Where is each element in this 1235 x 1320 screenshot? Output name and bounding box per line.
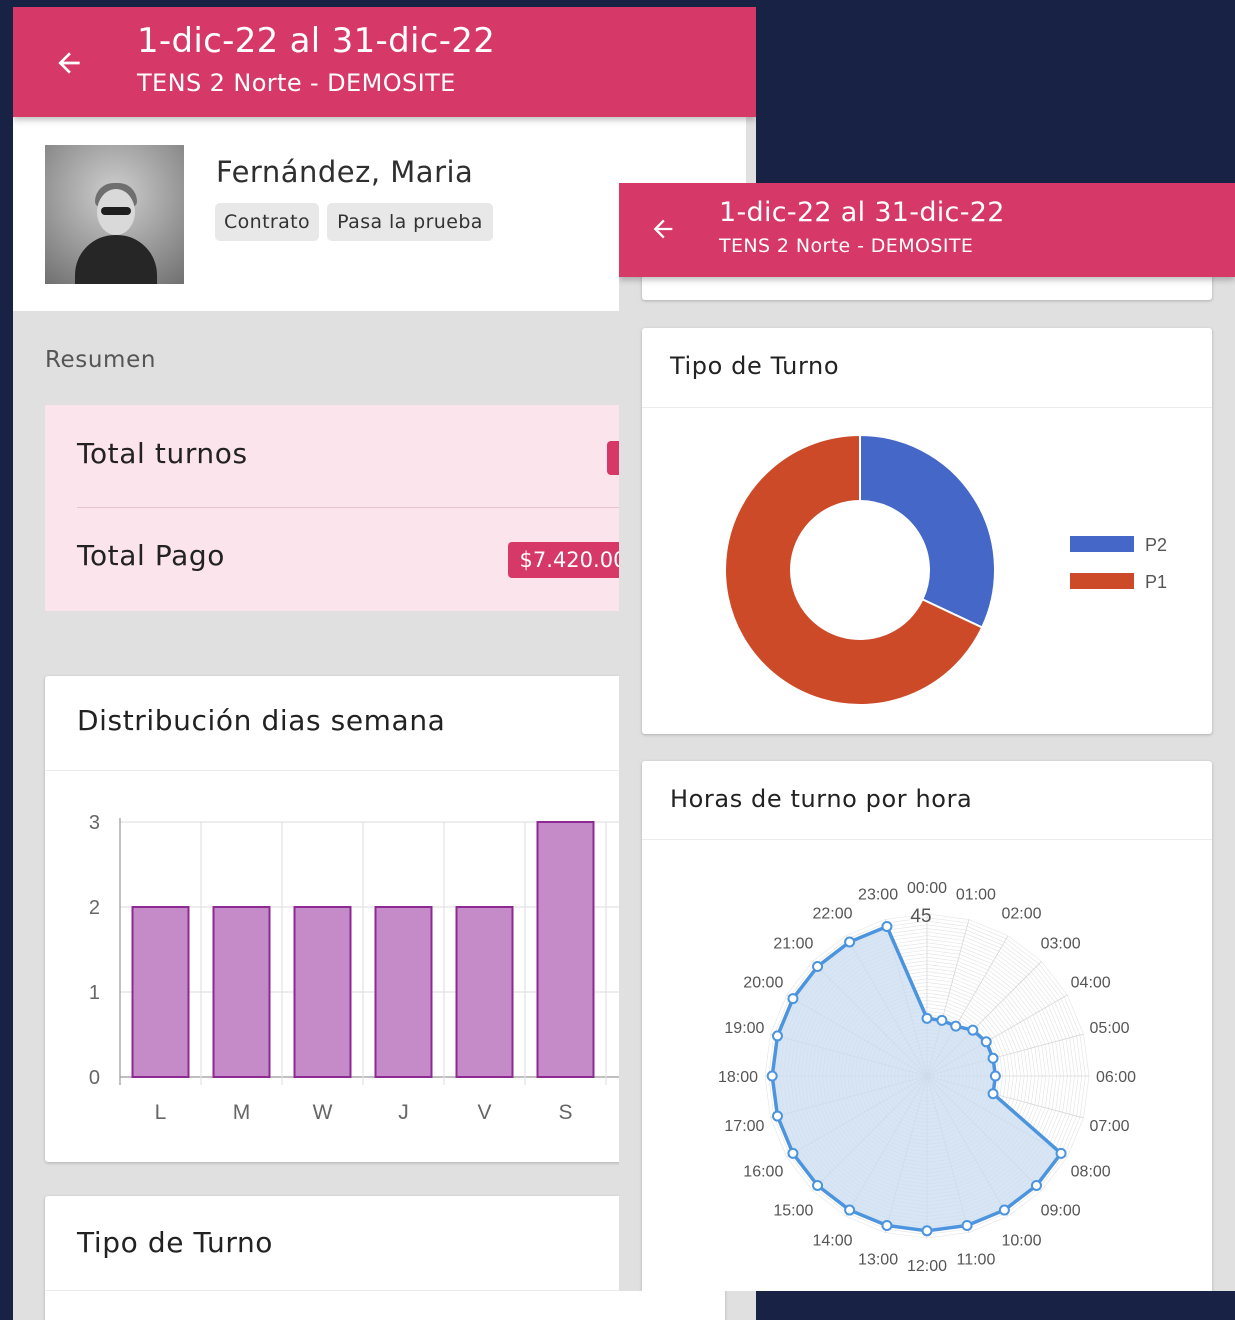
radar-axis-label: 13:00	[858, 1252, 898, 1269]
radar-point-07:00	[987, 1088, 999, 1100]
radar-axis-label: 04:00	[1071, 975, 1111, 992]
radar-axis-label: 08:00	[1071, 1164, 1111, 1181]
back-arrow-icon[interactable]	[51, 47, 87, 79]
radar-point-05:00	[987, 1052, 999, 1064]
radar-point-09:00	[1030, 1179, 1042, 1191]
date-range-title: 1-dic-22 al 31-dic-22	[137, 21, 496, 61]
radar-axis-label: 11:00	[956, 1252, 995, 1269]
y-tick-label: 0	[89, 1067, 100, 1089]
slice-P2	[859, 433, 996, 629]
radar-point-13:00	[881, 1220, 893, 1232]
radar-point-17:00	[771, 1110, 783, 1122]
x-tick-label: S	[558, 1101, 572, 1124]
radar-axis-label: 19:00	[724, 1020, 764, 1037]
bar-J	[374, 906, 433, 1078]
radar-axis-label: 12:00	[907, 1258, 947, 1275]
x-tick-label: V	[477, 1101, 491, 1124]
radar-axis-label: 14:00	[812, 1233, 852, 1250]
radar-axis-label: 03:00	[1041, 935, 1081, 952]
radar-axis-label: 10:00	[1001, 1233, 1041, 1250]
legend-swatch-P2	[1070, 536, 1134, 552]
radar-point-03:00	[967, 1024, 979, 1036]
radar-point-11:00	[961, 1220, 973, 1232]
app-bar: 1-dic-22 al 31-dic-22 TENS 2 Norte - DEM…	[13, 7, 756, 117]
radar-point-12:00	[921, 1225, 933, 1237]
radar-point-02:00	[950, 1020, 962, 1032]
radar-axis-label: 02:00	[1001, 905, 1041, 922]
x-tick-label: M	[233, 1101, 251, 1124]
card-title: Tipo de Turno	[670, 352, 840, 380]
radar-point-18:00	[766, 1070, 778, 1082]
back-arrow-icon[interactable]	[647, 215, 679, 243]
summary-section-label: Resumen	[45, 347, 156, 373]
y-tick-label: 3	[89, 812, 100, 834]
radar-axis-label: 00:00	[907, 880, 947, 897]
legend-swatch-P1	[1070, 573, 1134, 589]
radar-axis-label: 06:00	[1096, 1069, 1136, 1086]
bar-L	[131, 906, 190, 1078]
site-subtitle: TENS 2 Norte - DEMOSITE	[719, 235, 974, 257]
x-tick-label: L	[155, 1101, 167, 1124]
radar-point-21:00	[812, 961, 824, 973]
radar-point-01:00	[936, 1014, 948, 1026]
radar-point-04:00	[980, 1036, 992, 1048]
y-tick-label: 2	[89, 897, 100, 919]
radar-point-23:00	[881, 920, 893, 932]
radar-axis-label: 20:00	[743, 975, 783, 992]
card-title: Horas de turno por hora	[670, 785, 973, 813]
radar-axis-label: 23:00	[858, 886, 898, 903]
radar-point-20:00	[787, 993, 799, 1005]
radar-axis-label: 21:00	[773, 935, 813, 952]
radar-axis-label: 18:00	[718, 1069, 758, 1086]
radar-point-10:00	[998, 1204, 1010, 1216]
radar-axis-label: 15:00	[773, 1203, 813, 1220]
shift-type-donut-chart: P2 P1	[724, 433, 1167, 706]
hours-radar-chart: 00:00 01:00 02:0003:00 04:00 05:00 06:00 07:00…	[718, 880, 1136, 1275]
tag-chip-contract: Contrato	[215, 203, 319, 241]
radar-point-06:00	[989, 1070, 1001, 1082]
radar-axis-label: 05:00	[1090, 1020, 1130, 1037]
radar-axis-label: 22:00	[812, 905, 852, 922]
y-tick-label: 1	[89, 982, 100, 1004]
radar-axis-label: 07:00	[1090, 1118, 1130, 1135]
avatar	[45, 145, 184, 284]
radar-point-14:00	[844, 1204, 856, 1216]
hours-per-hour-card: Horas de turno por hora 00:00 01:00 02:00 0…	[642, 761, 1212, 1291]
site-subtitle: TENS 2 Norte - DEMOSITE	[137, 69, 456, 97]
phone-screen-right: 1-dic-22 al 31-dic-22 TENS 2 Norte - DEM…	[619, 183, 1235, 1291]
radar-axis-label: 09:00	[1041, 1203, 1081, 1220]
bar-W	[293, 906, 352, 1078]
shift-type-card: Tipo de Turno P2 P1	[642, 328, 1212, 734]
radar-point-19:00	[771, 1030, 783, 1042]
date-range-title: 1-dic-22 al 31-dic-22	[719, 197, 1005, 228]
radar-max-label: 45	[910, 906, 931, 927]
radar-point-00:00	[921, 1012, 933, 1024]
radar-axis-label: 17:00	[724, 1118, 764, 1135]
x-tick-label: J	[398, 1101, 409, 1124]
total-pay-label: Total Pago	[77, 539, 225, 572]
radar-point-22:00	[844, 936, 856, 948]
radar-axis-label: 01:00	[956, 886, 996, 903]
bar-V	[455, 906, 514, 1078]
person-name: Fernández, Maria	[216, 155, 474, 189]
bar-M	[212, 906, 271, 1078]
card-title: Distribución dias semana	[77, 704, 446, 737]
legend-label: P1	[1145, 572, 1167, 592]
radar-axis-label: 16:00	[743, 1164, 783, 1181]
radar-point-08:00	[1055, 1147, 1067, 1159]
legend-label: P2	[1145, 535, 1167, 555]
radar-point-15:00	[812, 1179, 824, 1191]
total-shifts-label: Total turnos	[77, 437, 248, 470]
radar-point-16:00	[787, 1147, 799, 1159]
bar-S	[536, 821, 595, 1078]
app-bar: 1-dic-22 al 31-dic-22 TENS 2 Norte - DEM…	[619, 183, 1235, 277]
tag-chip-test: Pasa la prueba	[327, 203, 493, 241]
x-tick-label: W	[313, 1101, 333, 1124]
card-title: Tipo de Turno	[77, 1226, 274, 1259]
